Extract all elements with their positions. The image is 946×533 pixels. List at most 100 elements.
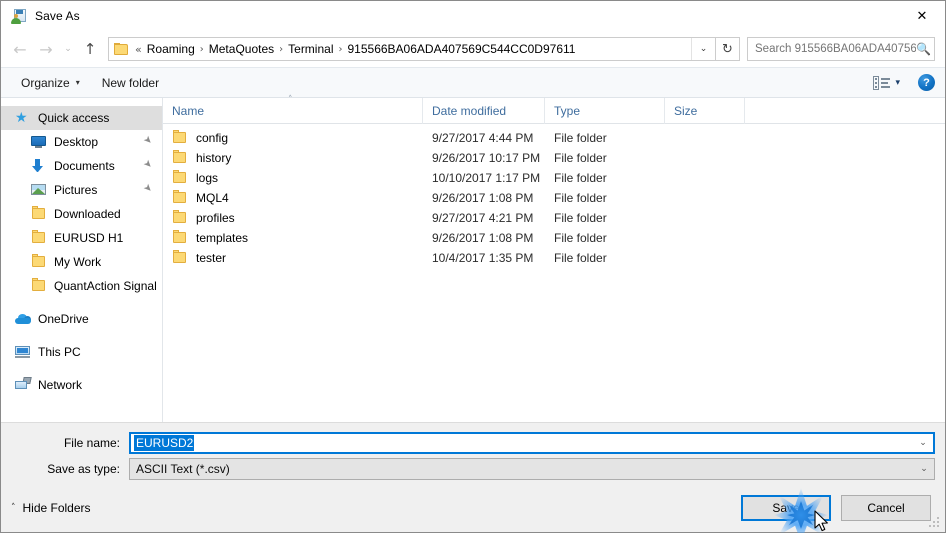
dialog-footer: ˄ Hide Folders Save Cancel (1, 484, 945, 532)
sidebar-item-my-work[interactable]: My Work (1, 250, 162, 274)
sidebar-item-downloaded[interactable]: Downloaded (1, 202, 162, 226)
help-button[interactable]: ? (918, 74, 935, 91)
file-name-label: history (196, 151, 232, 165)
save-as-type-row: Save as type: ASCII Text (*.csv) ⌄ (11, 458, 935, 480)
file-name-label: config (196, 131, 229, 145)
column-header-date-modified[interactable]: Date modified (423, 98, 545, 124)
file-type-cell: File folder (554, 231, 607, 245)
folder-icon (172, 250, 188, 266)
column-header-size[interactable]: Size (665, 98, 745, 124)
sidebar-item-label: OneDrive (38, 312, 89, 326)
chevron-down-icon[interactable]: ⌄ (914, 459, 934, 479)
sidebar-item-documents[interactable]: Documents ➤ (1, 154, 162, 178)
chevron-down-icon[interactable]: ⌄ (913, 434, 933, 452)
file-date-cell: 9/26/2017 10:17 PM (432, 151, 541, 165)
command-bar-right: ▾ ? (873, 74, 935, 91)
star-icon: ★ (15, 110, 28, 126)
table-row[interactable]: templates 9/26/2017 1:08 PM File folder (163, 228, 945, 248)
pin-icon[interactable]: ➤ (141, 134, 157, 150)
save-as-dialog: Save As ✕ ← → ⌄ ↑ « Roaming › MetaQuotes… (0, 0, 946, 533)
new-folder-button[interactable]: New folder (96, 73, 165, 93)
close-icon[interactable]: ✕ (899, 1, 945, 31)
breadcrumb-separator: › (279, 43, 284, 55)
file-name-label: MQL4 (196, 191, 229, 205)
breadcrumb-overflow-icon[interactable]: « (134, 43, 147, 56)
breadcrumb-item-3[interactable]: 915566BA06ADA407569C544CC0D97611 (348, 42, 576, 56)
sidebar-item-network[interactable]: Network (1, 373, 162, 397)
column-header-row: Name ˄ Date modified Type Size (163, 95, 945, 124)
save-button[interactable]: Save (741, 495, 831, 521)
organize-button[interactable]: Organize ▾ (15, 73, 86, 93)
folder-icon (31, 254, 47, 270)
table-row[interactable]: tester 10/4/2017 1:35 PM File folder (163, 248, 945, 268)
file-name-row: File name: EURUSD2 ⌄ (11, 432, 935, 454)
search-input[interactable] (755, 43, 916, 55)
column-header-label: Date modified (432, 104, 507, 118)
table-row[interactable]: profiles 9/27/2017 4:21 PM File folder (163, 208, 945, 228)
file-name-cell: profiles (163, 210, 423, 226)
table-row[interactable]: MQL4 9/26/2017 1:08 PM File folder (163, 188, 945, 208)
resize-grip[interactable] (929, 517, 941, 529)
breadcrumb-item-1[interactable]: MetaQuotes (209, 42, 274, 56)
save-as-icon (11, 8, 27, 24)
column-header-type[interactable]: Type (545, 98, 665, 124)
table-row[interactable]: logs 10/10/2017 1:17 PM File folder (163, 168, 945, 188)
column-header-filler (745, 98, 945, 124)
pin-icon[interactable]: ➤ (141, 158, 157, 174)
hide-folders-button[interactable]: ˄ Hide Folders (11, 501, 91, 515)
pin-icon[interactable]: ➤ (141, 182, 157, 198)
sidebar-item-eurusd-h1[interactable]: EURUSD H1 (1, 226, 162, 250)
file-date-cell: 10/10/2017 1:17 PM (432, 171, 541, 185)
sidebar-item-quick-access[interactable]: ★ Quick access (1, 106, 162, 130)
search-box[interactable]: 🔍 (747, 37, 935, 61)
sidebar-item-desktop[interactable]: Desktop ➤ (1, 130, 162, 154)
file-name-label: profiles (196, 211, 235, 225)
change-view-icon[interactable] (873, 75, 891, 90)
folder-icon (172, 210, 188, 226)
table-row[interactable]: history 9/26/2017 10:17 PM File folder (163, 148, 945, 168)
sidebar-item-label: Desktop (54, 135, 99, 149)
breadcrumb-separator: › (199, 43, 204, 55)
file-date-cell: 9/26/2017 1:08 PM (432, 191, 534, 205)
file-type-cell: File folder (554, 211, 607, 225)
breadcrumb-separator: › (338, 43, 343, 55)
sidebar-item-onedrive[interactable]: OneDrive (1, 307, 162, 331)
file-name-value: EURUSD2 (134, 435, 195, 451)
file-name-label: tester (196, 251, 227, 265)
file-type-cell: File folder (554, 171, 607, 185)
up-icon[interactable]: ↑ (77, 36, 103, 62)
sidebar-item-this-pc[interactable]: This PC (1, 340, 162, 364)
breadcrumb-dropdown-icon[interactable]: ⌄ (691, 38, 715, 60)
file-name-cell: history (163, 150, 423, 166)
sidebar-item-quantaction-signal[interactable]: QuantAction Signal (1, 274, 162, 298)
forward-icon[interactable]: → (33, 36, 59, 62)
chevron-up-icon: ˄ (11, 503, 16, 513)
file-type-cell: File folder (554, 191, 607, 205)
back-icon[interactable]: ← (7, 36, 33, 62)
column-header-label: Name (172, 104, 205, 118)
sidebar-item-label: EURUSD H1 (54, 231, 124, 245)
breadcrumb[interactable]: « Roaming › MetaQuotes › Terminal › 9155… (108, 37, 716, 61)
table-row[interactable]: config 9/27/2017 4:44 PM File folder (163, 128, 945, 148)
cancel-button[interactable]: Cancel (841, 495, 931, 521)
file-name-cell: templates (163, 230, 423, 246)
folder-icon (172, 150, 188, 166)
sidebar-item-pictures[interactable]: Pictures ➤ (1, 178, 162, 202)
column-header-name[interactable]: Name ˄ (163, 95, 423, 124)
file-name-cell: config (163, 130, 423, 146)
folder-icon (31, 206, 47, 222)
breadcrumb-item-0[interactable]: Roaming (147, 42, 195, 56)
save-as-type-label: Save as type: (47, 462, 120, 476)
new-folder-label: New folder (101, 75, 160, 90)
network-icon (15, 377, 32, 393)
file-name-input[interactable]: EURUSD2 ⌄ (129, 432, 935, 454)
sidebar-item-label: This PC (38, 345, 81, 359)
file-date-cell: 9/26/2017 1:08 PM (432, 231, 534, 245)
save-as-type-select[interactable]: ASCII Text (*.csv) ⌄ (129, 458, 935, 480)
refresh-icon[interactable]: ↻ (716, 37, 740, 61)
dialog-body: ★ Quick access Desktop ➤ Documents ➤ Pic… (1, 95, 945, 422)
breadcrumb-item-2[interactable]: Terminal (288, 42, 333, 56)
file-date-cell: 9/27/2017 4:44 PM (432, 131, 534, 145)
change-view-caret-icon[interactable]: ▾ (895, 78, 900, 88)
recent-locations-icon[interactable]: ⌄ (59, 36, 77, 62)
